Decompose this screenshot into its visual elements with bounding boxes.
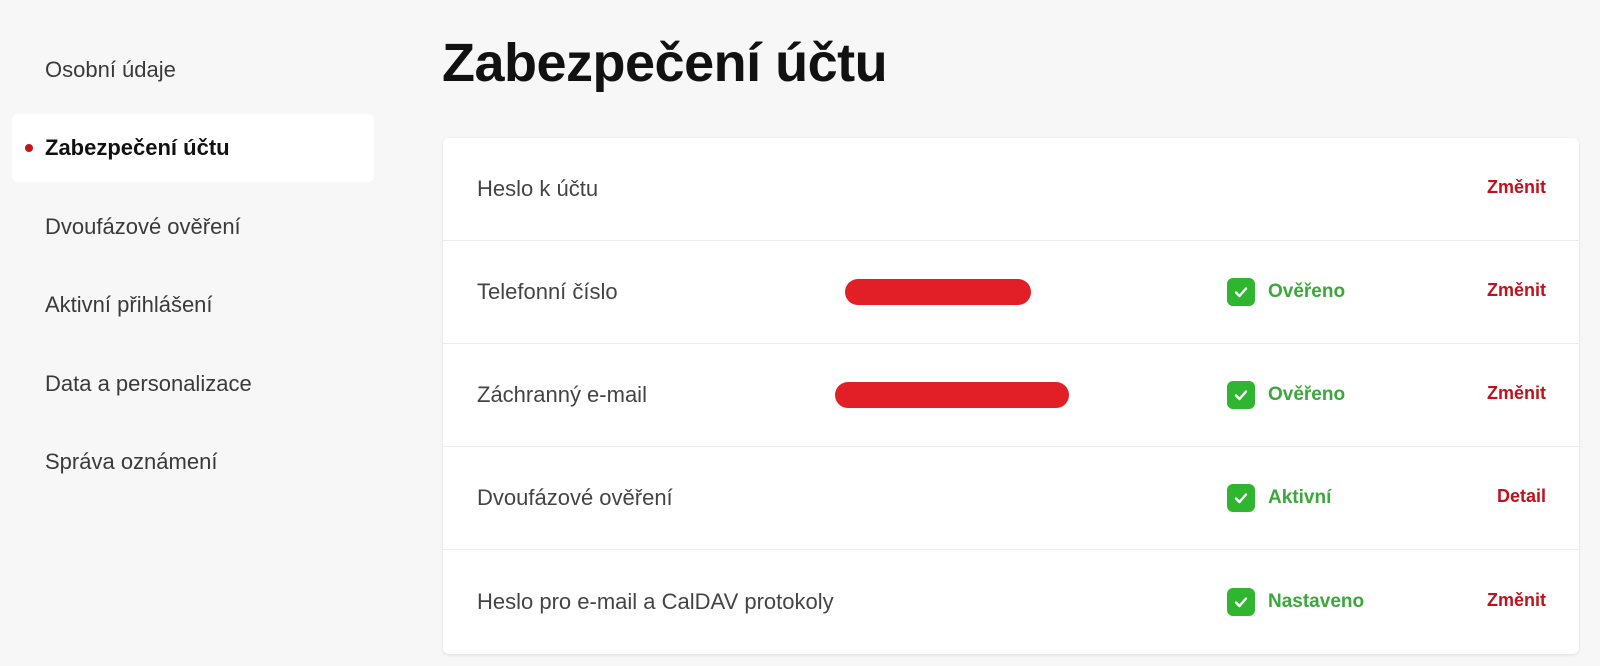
check-icon xyxy=(1227,278,1255,306)
row-label: Telefonní číslo xyxy=(477,279,618,304)
change-phone-button[interactable]: Změnit xyxy=(1487,280,1546,301)
two-factor-detail-button[interactable]: Detail xyxy=(1497,486,1546,507)
change-caldav-password-button[interactable]: Změnit xyxy=(1487,589,1546,610)
change-password-button[interactable]: Změnit xyxy=(1487,177,1546,198)
status-badge: Ověřeno xyxy=(1227,278,1345,306)
status-badge: Aktivní xyxy=(1227,484,1331,512)
sidebar-item-label: Dvoufázové ověření xyxy=(45,214,241,239)
sidebar-item-sprava-oznameni[interactable]: Správa oznámení xyxy=(12,428,374,496)
sidebar-item-dvoufazove-overeni[interactable]: Dvoufázové ověření xyxy=(12,193,374,261)
check-icon xyxy=(1227,587,1255,616)
row-two-factor: Dvoufázové ověření Aktivní Detail xyxy=(443,447,1579,550)
status-badge: Ověřeno xyxy=(1227,381,1345,409)
sidebar-item-label: Osobní údaje xyxy=(45,57,176,82)
sidebar-item-data-a-personalizace[interactable]: Data a personalizace xyxy=(12,350,374,418)
sidebar-item-osobni-udaje[interactable]: Osobní údaje xyxy=(12,36,374,104)
row-account-password: Heslo k účtu Změnit xyxy=(443,138,1579,241)
sidebar-item-zabezpeceni-uctu[interactable]: Zabezpečení účtu xyxy=(12,114,374,182)
check-icon xyxy=(1227,381,1255,409)
change-recovery-email-button[interactable]: Změnit xyxy=(1487,383,1546,404)
row-label: Heslo pro e-mail a CalDAV protokoly xyxy=(477,588,834,614)
sidebar-item-aktivni-prihlaseni[interactable]: Aktivní přihlášení xyxy=(12,271,374,339)
status-text: Ověřeno xyxy=(1268,281,1346,302)
redacted-value xyxy=(845,279,1031,305)
status-text: Aktivní xyxy=(1268,487,1332,508)
redacted-value xyxy=(835,382,1069,408)
sidebar: Osobní údaje Zabezpečení účtu Dvoufázové… xyxy=(0,0,380,666)
row-label: Záchranný e-mail xyxy=(477,382,647,407)
sidebar-item-label: Správa oznámení xyxy=(45,449,218,474)
sidebar-item-label: Data a personalizace xyxy=(45,371,252,396)
status-badge: Nastaveno xyxy=(1227,587,1365,616)
sidebar-item-label: Zabezpečení účtu xyxy=(45,135,230,160)
status-text: Nastaveno xyxy=(1268,590,1365,612)
row-label: Dvoufázové ověření xyxy=(477,485,673,510)
row-recovery-email: Záchranný e-mail Ověřeno Změnit xyxy=(443,344,1579,447)
sidebar-item-label: Aktivní přihlášení xyxy=(45,292,213,317)
row-label: Heslo k účtu xyxy=(477,176,599,201)
status-text: Ověřeno xyxy=(1268,384,1346,405)
check-icon xyxy=(1227,484,1255,512)
security-settings-card: Heslo k účtu Změnit Telefonní číslo Ověř… xyxy=(443,138,1579,654)
page-title: Zabezpečení účtu xyxy=(442,33,888,93)
active-dot-icon xyxy=(25,144,33,152)
row-caldav-password: Heslo pro e-mail a CalDAV protokoly Nast… xyxy=(443,550,1579,653)
row-phone-number: Telefonní číslo Ověřeno Změnit xyxy=(443,241,1579,344)
